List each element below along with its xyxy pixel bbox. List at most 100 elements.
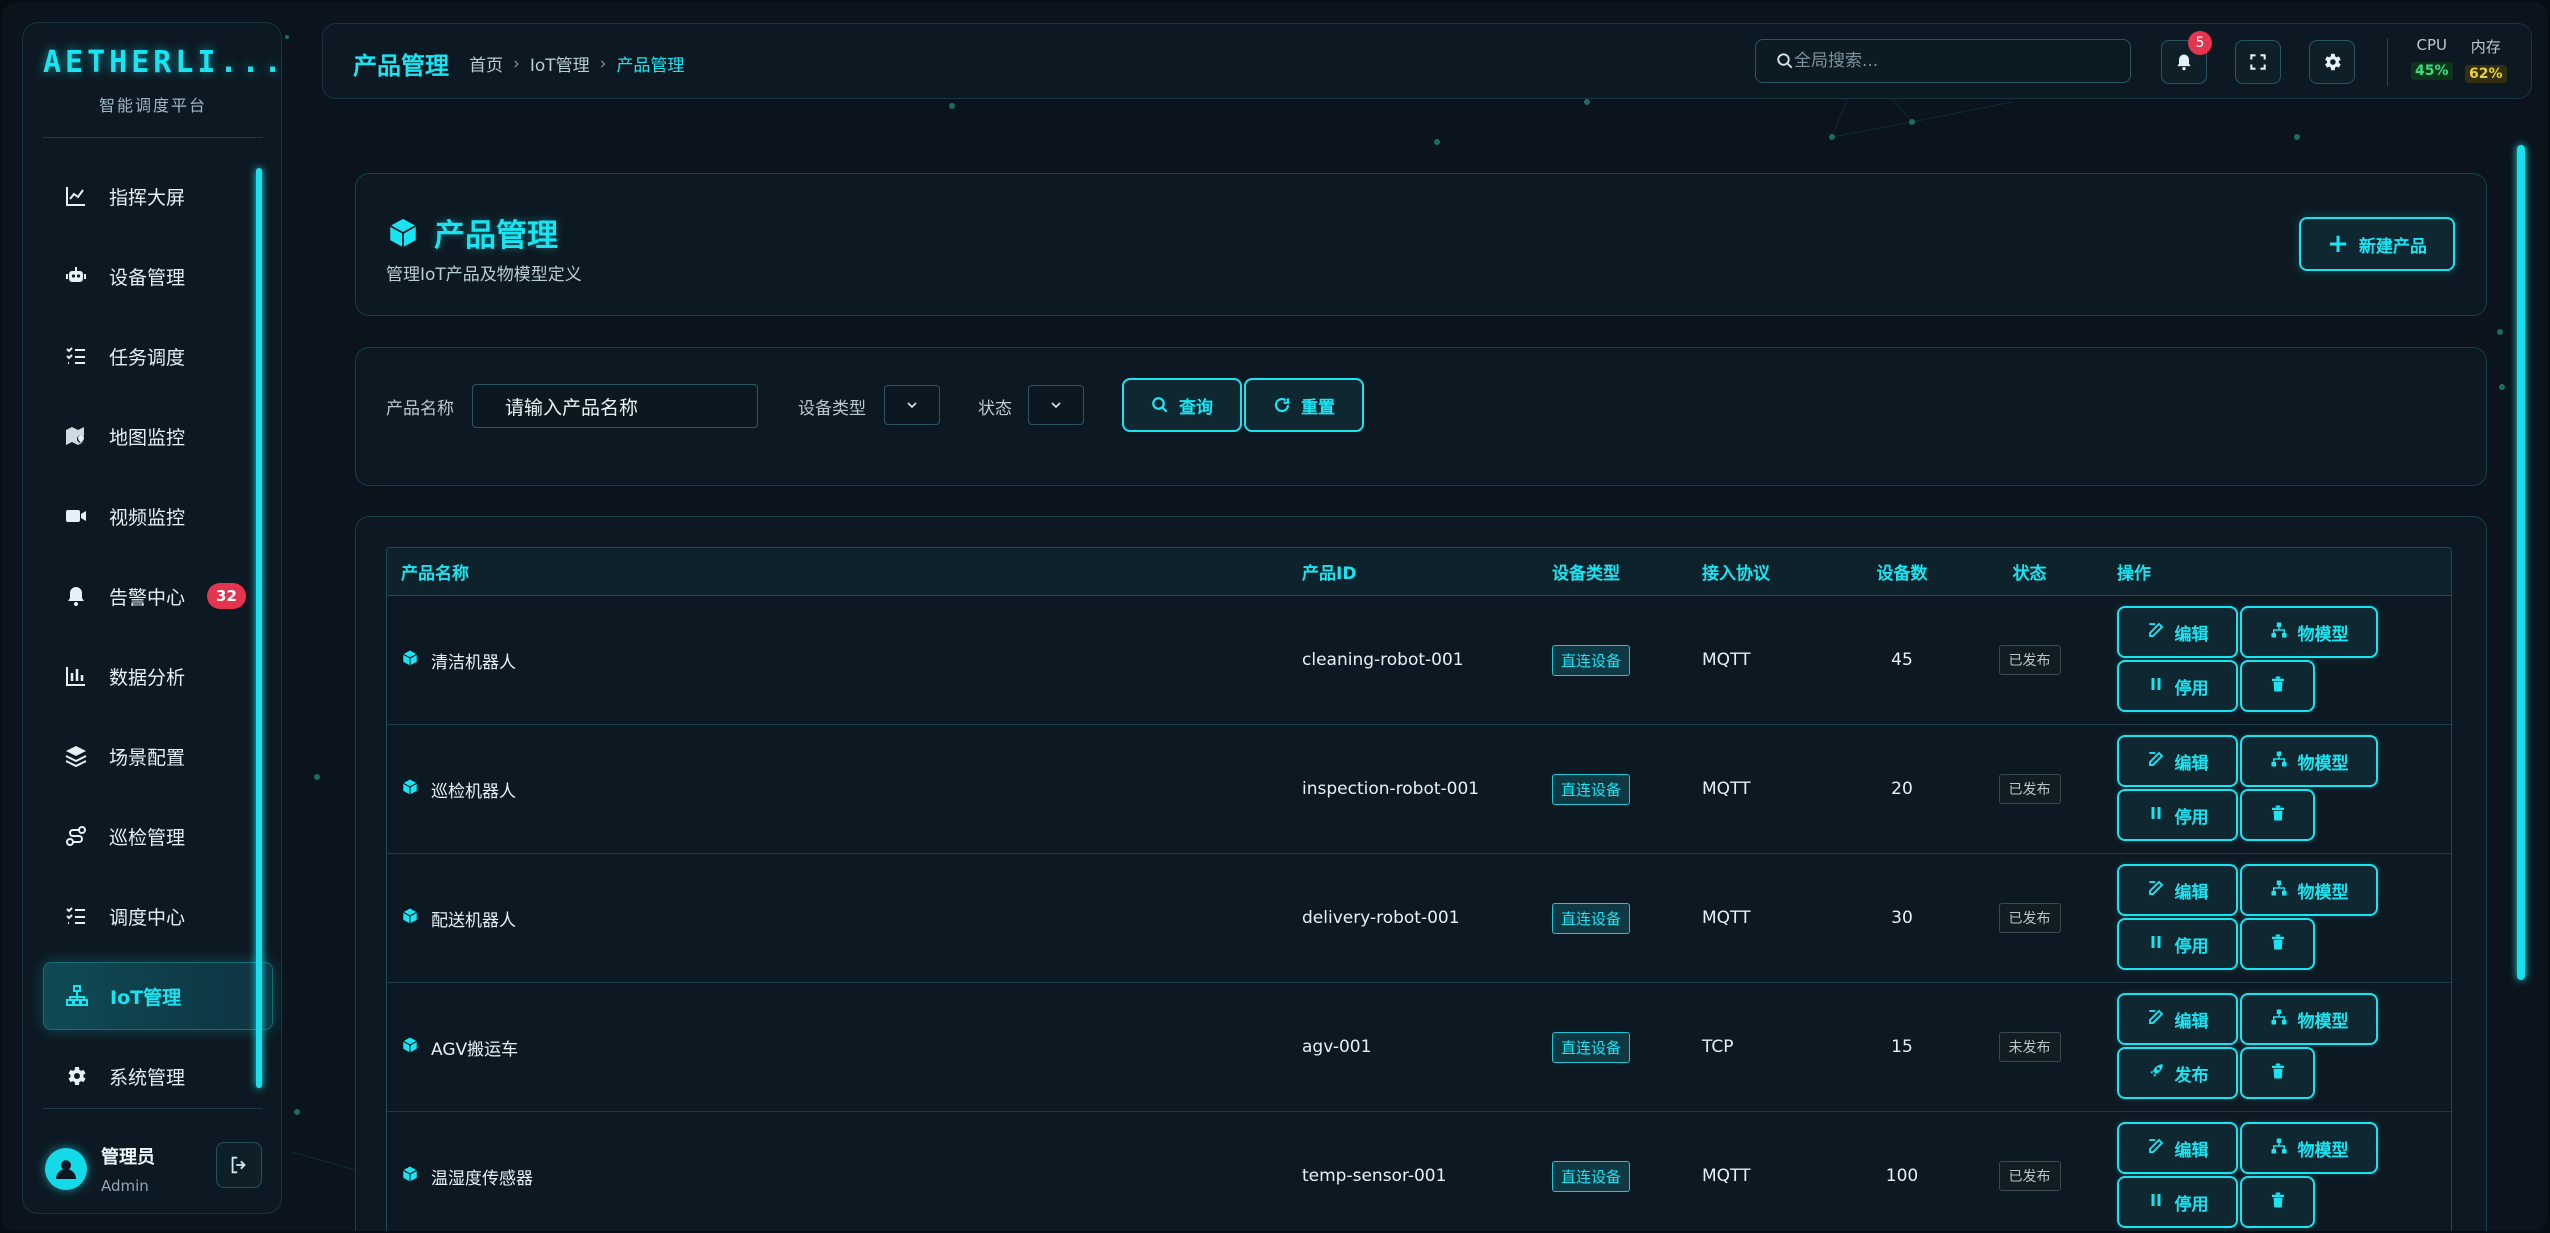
delete-button[interactable]: [2240, 660, 2315, 712]
product-name-cell: 巡检机器人: [387, 777, 1302, 802]
sidebar-item-devices[interactable]: 设备管理: [43, 242, 273, 310]
publish-button[interactable]: 发布: [2117, 1047, 2238, 1099]
sidebar-item-label: 设备管理: [109, 266, 186, 289]
edit-button[interactable]: 编辑: [2117, 864, 2238, 916]
disable-button[interactable]: 停用: [2117, 1176, 2238, 1228]
device-count: 30: [1891, 908, 1913, 928]
sidebar-scrollbar[interactable]: [256, 168, 262, 1088]
sitemap-icon: [2270, 1008, 2298, 1031]
sidebar-item-analytics[interactable]: 数据分析: [43, 642, 273, 710]
thing-model-button[interactable]: 物模型: [2240, 606, 2378, 658]
delete-button[interactable]: [2240, 1176, 2315, 1228]
sidebar-item-patrol[interactable]: 巡检管理: [43, 802, 273, 870]
sidebar-item-dispatch[interactable]: 调度中心: [43, 882, 273, 950]
chevron-right-icon: ›: [513, 53, 520, 74]
sidebar-item-video[interactable]: 视频监控: [43, 482, 273, 550]
product-name: 温湿度传感器: [431, 1168, 533, 1189]
bar-chart-icon: [63, 663, 89, 689]
edit-button[interactable]: 编辑: [2117, 1122, 2238, 1174]
page-header-panel: 产品管理 管理IoT产品及物模型定义 + 新建产品: [355, 173, 2487, 316]
device-count: 100: [1885, 1166, 1919, 1186]
user-name: 管理员: [101, 1147, 155, 1168]
thing-model-button[interactable]: 物模型: [2240, 993, 2378, 1045]
sidebar-item-label: 指挥大屏: [109, 186, 186, 209]
disable-label: 停用: [2174, 1194, 2209, 1215]
device-type-cell: 直连设备: [1552, 902, 1702, 934]
layers-icon: [63, 743, 89, 769]
thing-model-button[interactable]: 物模型: [2240, 864, 2378, 916]
sidebar-item-tasks[interactable]: 任务调度: [43, 322, 273, 390]
search-input[interactable]: [1794, 51, 2094, 71]
user-profile[interactable]: 管理员 Admin: [45, 1143, 155, 1195]
main-scrollbar[interactable]: [2517, 145, 2525, 980]
fullscreen-button[interactable]: [2235, 40, 2281, 84]
col-header-type[interactable]: 设备类型: [1552, 559, 1702, 584]
pause-icon: [2147, 933, 2175, 956]
logout-button[interactable]: [216, 1142, 262, 1188]
delete-button[interactable]: [2240, 789, 2315, 841]
disable-button[interactable]: 停用: [2117, 918, 2238, 970]
sidebar-item-label: 场景配置: [109, 746, 186, 769]
pause-icon: [2147, 675, 2175, 698]
sidebar-item-system[interactable]: 系统管理: [43, 1042, 273, 1110]
device-type-label: 设备类型: [798, 399, 866, 419]
list-check-icon: [63, 903, 89, 929]
sidebar-item-dashboard[interactable]: 指挥大屏: [43, 162, 273, 230]
col-header-protocol[interactable]: 接入协议: [1702, 559, 1847, 584]
col-header-count[interactable]: 设备数: [1847, 559, 1957, 584]
delete-button[interactable]: [2240, 918, 2315, 970]
settings-button[interactable]: [2309, 40, 2355, 84]
table-row: AGV搬运车 agv-001 直连设备 TCP 15 未发布 编辑 物模型 发布: [387, 983, 2451, 1112]
cpu-value: 45%: [2411, 62, 2453, 80]
cube-icon: [389, 218, 417, 247]
thing-model-button[interactable]: 物模型: [2240, 1122, 2378, 1174]
memory-value: 62%: [2465, 65, 2507, 83]
search-icon: [1152, 397, 1168, 413]
sidebar-item-label: IoT管理: [110, 986, 182, 1009]
col-header-name[interactable]: 产品名称: [387, 559, 1302, 584]
publish-label: 发布: [2174, 1065, 2209, 1086]
alarm-count-badge: 32: [207, 583, 246, 609]
video-icon: [63, 503, 89, 529]
sidebar-item-map[interactable]: 地图监控: [43, 402, 273, 470]
product-id: agv-001: [1302, 1037, 1372, 1057]
status-select[interactable]: [1028, 385, 1084, 425]
sidebar-item-iot[interactable]: IoT管理: [43, 962, 273, 1030]
product-name-placeholder: 请输入产品名称: [505, 396, 639, 419]
product-name-input[interactable]: 请输入产品名称: [472, 384, 758, 428]
device-count: 15: [1891, 1037, 1913, 1057]
filter-panel: 产品名称 请输入产品名称 设备类型 状态 查询 重置: [355, 347, 2487, 486]
disable-button[interactable]: 停用: [2117, 789, 2238, 841]
reset-button[interactable]: 重置: [1244, 378, 1364, 432]
notification-button[interactable]: 5: [2161, 31, 2212, 84]
table-row: 配送机器人 delivery-robot-001 直连设备 MQTT 30 已发…: [387, 854, 2451, 983]
edit-button[interactable]: 编辑: [2117, 993, 2238, 1045]
protocol: MQTT: [1702, 650, 1751, 670]
table-row: 清洁机器人 cleaning-robot-001 直连设备 MQTT 45 已发…: [387, 596, 2451, 725]
col-header-id[interactable]: 产品ID: [1302, 559, 1552, 584]
protocol: MQTT: [1702, 908, 1751, 928]
device-type-select[interactable]: [884, 385, 940, 425]
memory-stat: 内存 62%: [2465, 36, 2507, 83]
col-header-status[interactable]: 状态: [1957, 559, 2102, 584]
sitemap-icon: [2270, 1137, 2298, 1160]
thing-model-button[interactable]: 物模型: [2240, 735, 2378, 787]
product-id: inspection-robot-001: [1302, 779, 1480, 799]
breadcrumb-current: 产品管理: [616, 56, 685, 76]
chart-line-icon: [63, 183, 89, 209]
sidebar-item-scenes[interactable]: 场景配置: [43, 722, 273, 790]
sidebar-item-alarms[interactable]: 告警中心 32: [43, 562, 273, 630]
breadcrumb-home[interactable]: 首页: [469, 51, 503, 76]
edit-button[interactable]: 编辑: [2117, 606, 2238, 658]
global-search[interactable]: [1755, 39, 2131, 83]
query-button[interactable]: 查询: [1122, 378, 1242, 432]
edit-button[interactable]: 编辑: [2117, 735, 2238, 787]
rocket-icon: [2147, 1062, 2175, 1085]
breadcrumb-iot[interactable]: IoT管理: [530, 51, 590, 76]
device-type-tag: 直连设备: [1552, 1031, 1631, 1063]
new-product-button[interactable]: + 新建产品: [2299, 217, 2455, 271]
delete-button[interactable]: [2240, 1047, 2315, 1099]
disable-button[interactable]: 停用: [2117, 660, 2238, 712]
device-count: 45: [1891, 650, 1913, 670]
table-body: 清洁机器人 cleaning-robot-001 直连设备 MQTT 45 已发…: [387, 596, 2451, 1231]
